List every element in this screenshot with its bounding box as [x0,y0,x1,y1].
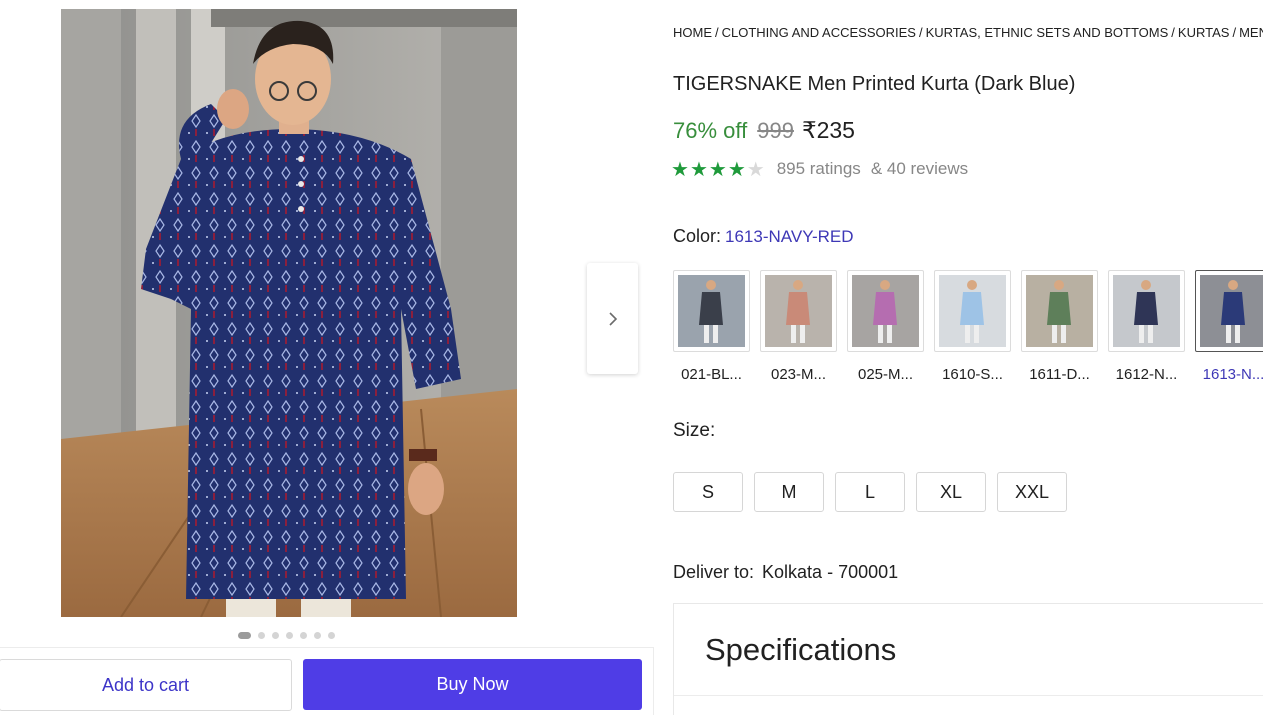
selling-price: ₹235 [801,117,855,143]
breadcrumb-kurtas[interactable]: KURTAS [1178,25,1230,40]
size-option-l[interactable]: L [835,472,905,512]
breadcrumb-mens[interactable]: MEN'S [1239,25,1263,40]
color-swatch[interactable]: 021-BL... [673,270,750,383]
buy-now-button[interactable]: Buy Now [303,659,642,710]
breadcrumb-separator: / [1171,25,1175,40]
breadcrumb-clothing[interactable]: CLOTHING AND ACCESSORIES [722,25,916,40]
breadcrumb-ethnic[interactable]: KURTAS, ETHNIC SETS AND BOTTOMS [926,25,1169,40]
ratings-count: 895 ratings [776,159,861,178]
star-icon: ★ [746,157,765,181]
swatch-caption: 1612-N... [1115,366,1178,383]
rating-row[interactable]: ★ ★ ★ ★ ★ 895 ratings & 40 reviews [671,158,968,180]
carousel-dot[interactable] [272,631,279,639]
star-icon: ★ [727,157,746,181]
breadcrumb-home[interactable]: HOME [673,25,712,40]
swatch-caption: 1613-N... [1202,366,1263,383]
delivery-location[interactable]: Kolkata - 700001 [762,562,898,582]
rating-stars: ★ ★ ★ ★ ★ [671,158,765,180]
action-bar: Add to cart Buy Now [0,647,654,715]
size-option-xxl[interactable]: XXL [997,472,1067,512]
color-swatch[interactable]: 1612-N... [1108,270,1185,383]
price-row: 76% off 999 ₹235 [673,117,855,144]
swatch-thumbnail [1195,270,1263,352]
swatch-thumbnail [673,270,750,352]
reviews-count: & 40 reviews [870,159,969,178]
color-swatch[interactable]: 1610-S... [934,270,1011,383]
swatch-caption: 1610-S... [942,366,1003,383]
chevron-right-icon [608,311,617,326]
color-heading: Color: 1613-NAVY-RED [673,226,854,247]
swatch-caption: 021-BL... [681,366,742,383]
swatch-caption: 025-M... [857,366,914,383]
breadcrumb: HOME / CLOTHING AND ACCESSORIES / KURTAS, ET… [673,25,1263,40]
size-options: S M L XL XXL [673,472,1067,512]
carousel-dot[interactable] [328,631,335,639]
swatch-caption: 023-M... [770,366,827,383]
add-to-cart-button[interactable]: Add to cart [0,659,292,711]
color-swatches: 021-BL... 023-M... 025-M... 1610-S... 1611-D… [673,270,1263,383]
star-icon: ★ [689,157,708,181]
specifications-title: Specifications [705,632,897,667]
swatch-caption: 1611-D... [1029,366,1090,383]
carousel-dot[interactable] [258,631,265,639]
color-swatch[interactable]: 023-M... [760,270,837,383]
carousel-dot[interactable] [286,631,293,639]
size-option-s[interactable]: S [673,472,743,512]
star-icon: ★ [708,157,727,181]
breadcrumb-separator: / [1232,25,1237,40]
product-title: TIGERSNAKE Men Printed Kurta (Dark Blue) [673,73,1076,95]
swatch-thumbnail [847,270,924,352]
product-image[interactable] [61,9,517,617]
size-label: Size: [673,420,716,441]
next-image-button[interactable] [587,263,638,374]
breadcrumb-separator: / [918,25,923,40]
carousel-dots [238,631,335,639]
swatch-thumbnail [1021,270,1098,352]
selected-color: 1613-NAVY-RED [725,227,854,246]
divider [674,695,1263,696]
color-swatch[interactable]: 1613-N... [1195,270,1263,383]
star-icon: ★ [671,157,689,181]
carousel-dot[interactable] [300,631,307,639]
size-option-xl[interactable]: XL [916,472,986,512]
specifications-section: Specifications [673,603,1263,715]
color-label: Color: [673,226,722,246]
color-swatch[interactable]: 1611-D... [1021,270,1098,383]
carousel-dot[interactable] [314,631,321,639]
carousel-dot[interactable] [238,631,251,639]
swatch-thumbnail [760,270,837,352]
delivery-row: Deliver to: Kolkata - 700001 [673,562,898,583]
size-option-m[interactable]: M [754,472,824,512]
swatch-thumbnail [934,270,1011,352]
swatch-thumbnail [1108,270,1185,352]
breadcrumb-separator: / [715,25,719,40]
color-swatch[interactable]: 025-M... [847,270,924,383]
discount-percent: 76% off [673,118,748,143]
deliver-label: Deliver to: [673,562,755,582]
original-price: 999 [757,118,794,143]
